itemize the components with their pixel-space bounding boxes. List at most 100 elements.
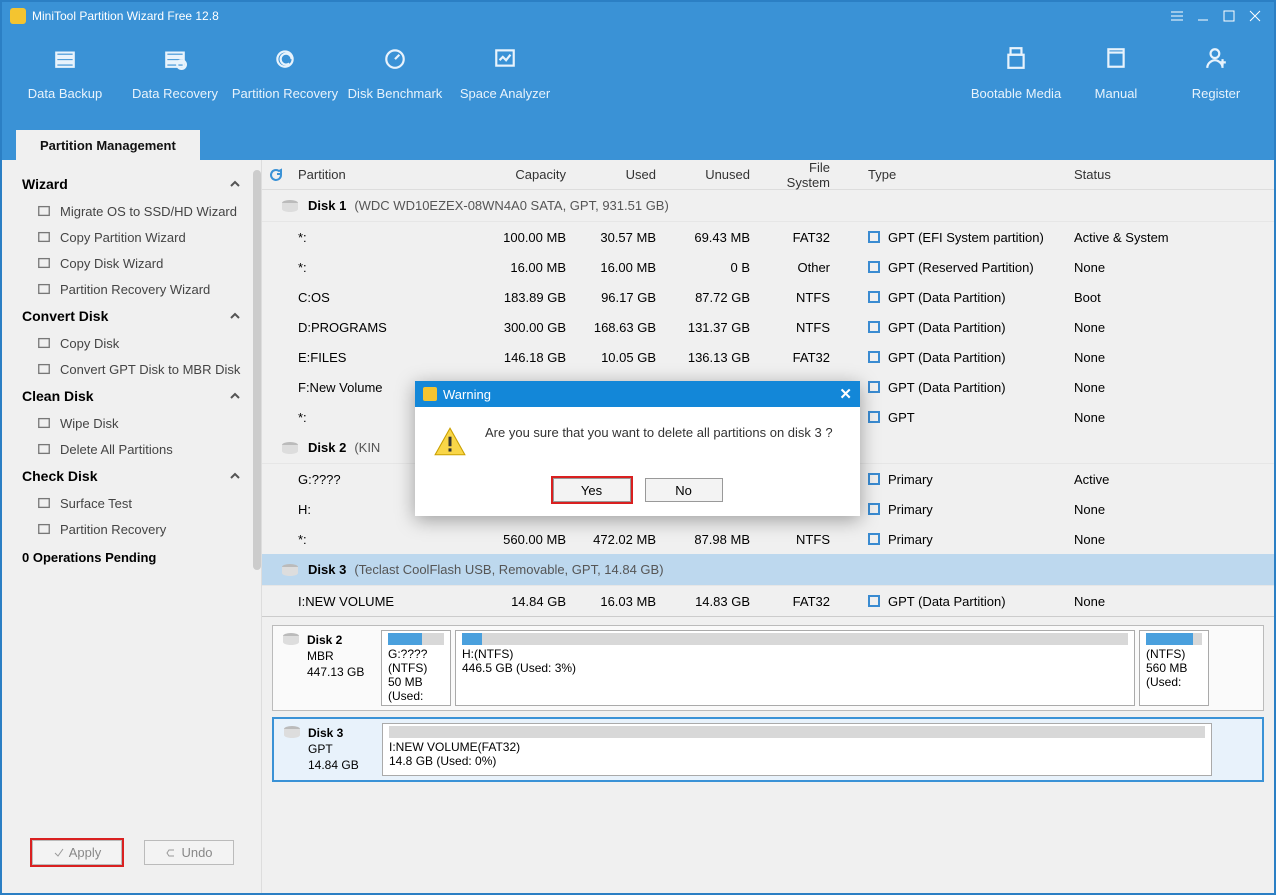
dialog-yes-button[interactable]: Yes (553, 478, 631, 502)
item-icon (36, 415, 52, 431)
diskmap-label: Disk 2MBR447.13 GB (277, 630, 377, 706)
part-recov-icon (267, 40, 303, 76)
warning-dialog: Warning ✕ Are you sure that you want to … (415, 381, 860, 516)
tb-label: Data Backup (28, 86, 102, 101)
item-icon (36, 255, 52, 271)
disk-icon (281, 632, 301, 704)
tb-book[interactable]: Manual (1066, 40, 1166, 101)
type-color-icon (868, 411, 880, 423)
type-color-icon (868, 351, 880, 363)
tb-label: Space Analyzer (460, 86, 550, 101)
sidebar-group[interactable]: Wizard (2, 170, 261, 198)
menu-icon[interactable] (1166, 5, 1188, 27)
tb-label: Bootable Media (971, 86, 1061, 101)
disk-header-row[interactable]: Disk 1 (WDC WD10EZEX-08WN4A0 SATA, GPT, … (262, 190, 1274, 222)
space-icon (487, 40, 523, 76)
col-status[interactable]: Status (1066, 167, 1186, 182)
type-color-icon (868, 291, 880, 303)
tb-user[interactable]: Register (1166, 40, 1266, 101)
sidebar-item[interactable]: Copy Disk (2, 330, 261, 356)
col-filesystem[interactable]: File System (758, 160, 860, 190)
item-icon (36, 281, 52, 297)
col-capacity[interactable]: Capacity (480, 167, 574, 182)
partition-row[interactable]: I:NEW VOLUME 14.84 GB 16.03 MB 14.83 GB … (262, 586, 1274, 616)
diskmap-row[interactable]: Disk 3GPT14.84 GB I:NEW VOLUME(FAT32)14.… (272, 717, 1264, 782)
main-toolbar: Data Backup Data Recovery Partition Reco… (2, 30, 1274, 130)
refresh-icon[interactable] (262, 167, 290, 183)
sidebar-item[interactable]: Surface Test (2, 490, 261, 516)
disk-map: Disk 2MBR447.13 GB G:????(NTFS)50 MB (Us… (262, 616, 1274, 786)
type-color-icon (868, 321, 880, 333)
tb-label: Manual (1095, 86, 1138, 101)
disk-icon (280, 199, 300, 213)
operations-pending: 0 Operations Pending (2, 542, 261, 573)
sidebar-item-label: Partition Recovery (60, 522, 166, 537)
diskmap-segment[interactable]: I:NEW VOLUME(FAT32)14.8 GB (Used: 0%) (382, 723, 1212, 776)
sidebar-item-label: Wipe Disk (60, 416, 119, 431)
tb-usb[interactable]: Bootable Media (966, 40, 1066, 101)
sidebar-group[interactable]: Check Disk (2, 462, 261, 490)
sidebar-item[interactable]: Migrate OS to SSD/HD Wizard (2, 198, 261, 224)
sidebar-item[interactable]: Copy Partition Wizard (2, 224, 261, 250)
tab-partition-management[interactable]: Partition Management (16, 130, 200, 160)
diskmap-segment[interactable]: H:(NTFS)446.5 GB (Used: 3%) (455, 630, 1135, 706)
sidebar-group[interactable]: Clean Disk (2, 382, 261, 410)
item-icon (36, 361, 52, 377)
col-unused[interactable]: Unused (664, 167, 758, 182)
close-button[interactable] (1244, 5, 1266, 27)
sidebar-item[interactable]: Copy Disk Wizard (2, 250, 261, 276)
warning-icon (433, 425, 467, 462)
tab-bar: Partition Management (2, 130, 1274, 160)
minimize-button[interactable] (1192, 5, 1214, 27)
diskmap-label: Disk 3GPT14.84 GB (278, 723, 378, 776)
item-icon (36, 203, 52, 219)
disk-header-row[interactable]: Disk 3 (Teclast CoolFlash USB, Removable… (262, 554, 1274, 586)
undo-button[interactable]: Undo (144, 840, 234, 865)
dialog-title: Warning (443, 387, 491, 402)
item-icon (36, 495, 52, 511)
sidebar-item[interactable]: Partition Recovery Wizard (2, 276, 261, 302)
tb-recovery[interactable]: Data Recovery (120, 40, 230, 101)
apply-button[interactable]: Apply (32, 840, 122, 865)
tb-backup[interactable]: Data Backup (10, 40, 120, 101)
book-icon (1098, 40, 1134, 76)
usb-icon (998, 40, 1034, 76)
sidebar-item-label: Partition Recovery Wizard (60, 282, 210, 297)
dialog-message: Are you sure that you want to delete all… (485, 425, 833, 440)
grid-header: Partition Capacity Used Unused File Syst… (262, 160, 1274, 190)
col-used[interactable]: Used (574, 167, 664, 182)
dialog-close-icon[interactable]: ✕ (839, 385, 852, 403)
sidebar-item-label: Copy Partition Wizard (60, 230, 186, 245)
sidebar-scrollbar[interactable] (253, 170, 261, 570)
partition-row[interactable]: C:OS 183.89 GB 96.17 GB 87.72 GB NTFS GP… (262, 282, 1274, 312)
maximize-button[interactable] (1218, 5, 1240, 27)
partition-row[interactable]: *: 100.00 MB 30.57 MB 69.43 MB FAT32 GPT… (262, 222, 1274, 252)
diskmap-row[interactable]: Disk 2MBR447.13 GB G:????(NTFS)50 MB (Us… (272, 625, 1264, 711)
diskmap-segment[interactable]: (NTFS)560 MB (Used: (1139, 630, 1209, 706)
partition-row[interactable]: E:FILES 146.18 GB 10.05 GB 136.13 GB FAT… (262, 342, 1274, 372)
tb-space[interactable]: Space Analyzer (450, 40, 560, 101)
type-color-icon (868, 533, 880, 545)
partition-row[interactable]: *: 560.00 MB 472.02 MB 87.98 MB NTFS Pri… (262, 524, 1274, 554)
app-title: MiniTool Partition Wizard Free 12.8 (32, 9, 219, 23)
col-type[interactable]: Type (860, 167, 1066, 182)
col-partition[interactable]: Partition (290, 167, 480, 182)
type-color-icon (868, 231, 880, 243)
sidebar-item[interactable]: Wipe Disk (2, 410, 261, 436)
sidebar-group[interactable]: Convert Disk (2, 302, 261, 330)
disk-icon (280, 441, 300, 455)
bench-icon (377, 40, 413, 76)
dialog-title-bar[interactable]: Warning ✕ (415, 381, 860, 407)
tb-bench[interactable]: Disk Benchmark (340, 40, 450, 101)
diskmap-segment[interactable]: G:????(NTFS)50 MB (Used: (381, 630, 451, 706)
user-icon (1198, 40, 1234, 76)
tb-part-recov[interactable]: Partition Recovery (230, 40, 340, 101)
dialog-no-button[interactable]: No (645, 478, 723, 502)
partition-row[interactable]: *: 16.00 MB 16.00 MB 0 B Other GPT (Rese… (262, 252, 1274, 282)
sidebar-item[interactable]: Delete All Partitions (2, 436, 261, 462)
partition-row[interactable]: D:PROGRAMS 300.00 GB 168.63 GB 131.37 GB… (262, 312, 1274, 342)
sidebar-item[interactable]: Partition Recovery (2, 516, 261, 542)
tb-label: Data Recovery (132, 86, 218, 101)
item-icon (36, 335, 52, 351)
sidebar-item[interactable]: Convert GPT Disk to MBR Disk (2, 356, 261, 382)
